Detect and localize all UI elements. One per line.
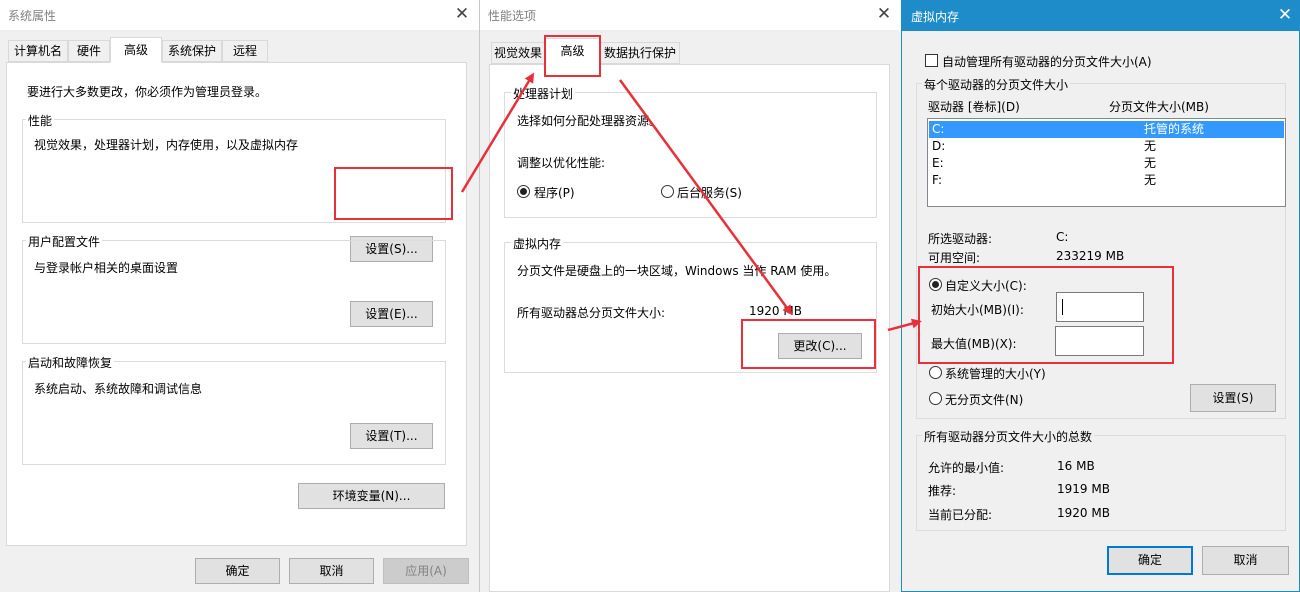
performance-description: 视觉效果，处理器计划，内存使用，以及虚拟内存 bbox=[34, 138, 299, 152]
drive-row-c[interactable]: C: 托管的系统 bbox=[929, 121, 1284, 138]
startup-recovery-settings-button[interactable]: 设置(T)... bbox=[350, 423, 433, 449]
startup-recovery-description: 系统启动、系统故障和调试信息 bbox=[34, 382, 203, 396]
system-managed-label[interactable]: 系统管理的大小(Y) bbox=[945, 365, 1046, 382]
selected-drive-value: C: bbox=[1056, 230, 1069, 244]
processor-scheduling-group: 处理器计划 选择如何分配处理器资源。 调整以优化性能: 程序(P) 后台服务(S… bbox=[504, 85, 877, 218]
system-managed-radio[interactable] bbox=[929, 366, 942, 379]
custom-size-label[interactable]: 自定义大小(C): bbox=[945, 277, 1027, 294]
advanced-tab-panel: 要进行大多数更改，你必须作为管理员登录。 性能 视觉效果，处理器计划，内存使用，… bbox=[6, 62, 467, 546]
set-button[interactable]: 设置(S) bbox=[1190, 384, 1276, 412]
free-space-value: 233219 MB bbox=[1056, 249, 1125, 263]
virtual-memory-group: 虚拟内存 分页文件是硬盘上的一块区域，Windows 当作 RAM 使用。 所有… bbox=[504, 235, 877, 373]
per-drive-group-label: 每个驱动器的分页文件大小 bbox=[922, 76, 1071, 93]
window-title: 系统属性 bbox=[8, 9, 57, 23]
custom-size-radio[interactable] bbox=[929, 278, 942, 291]
free-space-label: 可用空间: bbox=[928, 251, 981, 265]
cancel-button[interactable]: 取消 bbox=[289, 558, 374, 584]
selected-drive-label: 所选驱动器: bbox=[928, 232, 993, 246]
environment-variables-button[interactable]: 环境变量(N)... bbox=[298, 483, 445, 509]
close-icon[interactable]: ✕ bbox=[450, 2, 474, 26]
drive-row-e[interactable]: E: 无 bbox=[929, 155, 1284, 172]
admin-note: 要进行大多数更改，你必须作为管理员登录。 bbox=[27, 85, 268, 99]
maximum-size-input[interactable] bbox=[1055, 326, 1144, 356]
user-profiles-group: 用户配置文件 与登录帐户相关的桌面设置 设置(E)... bbox=[22, 233, 446, 344]
currently-allocated-value: 1920 MB bbox=[1057, 506, 1110, 520]
recommended-value: 1919 MB bbox=[1057, 482, 1110, 496]
min-allowed-value: 16 MB bbox=[1057, 459, 1095, 473]
cancel-button[interactable]: 取消 bbox=[1202, 546, 1289, 575]
drive-column-header: 驱动器 [卷标](D) bbox=[928, 100, 1020, 114]
tab-system-protection[interactable]: 系统保护 bbox=[162, 40, 222, 62]
apply-button[interactable]: 应用(A) bbox=[383, 558, 469, 584]
initial-size-label: 初始大小(MB)(I): bbox=[931, 303, 1024, 317]
totals-group: 所有驱动器分页文件大小的总数 允许的最小值: 16 MB 推荐: 1919 MB… bbox=[916, 428, 1286, 531]
ok-button[interactable]: 确定 bbox=[195, 558, 280, 584]
text-caret bbox=[1062, 299, 1063, 315]
totals-group-label: 所有驱动器分页文件大小的总数 bbox=[922, 428, 1095, 445]
maximum-size-label: 最大值(MB)(X): bbox=[931, 337, 1017, 351]
currently-allocated-label: 当前已分配: bbox=[928, 508, 993, 522]
title-bar: 性能选项 ✕ bbox=[480, 0, 901, 30]
drive-row-d[interactable]: D: 无 bbox=[929, 138, 1284, 155]
no-paging-file-radio[interactable] bbox=[929, 392, 942, 405]
processor-scheduling-description: 选择如何分配处理器资源。 bbox=[517, 114, 662, 128]
user-profiles-group-label: 用户配置文件 bbox=[26, 233, 103, 250]
advanced-tab-panel: 处理器计划 选择如何分配处理器资源。 调整以优化性能: 程序(P) 后台服务(S… bbox=[489, 64, 890, 592]
startup-recovery-group: 启动和故障恢复 系统启动、系统故障和调试信息 设置(T)... bbox=[22, 354, 446, 465]
startup-recovery-group-label: 启动和故障恢复 bbox=[26, 354, 115, 371]
performance-group: 性能 视觉效果，处理器计划，内存使用，以及虚拟内存 设置(S)... bbox=[22, 112, 446, 262]
title-bar: 系统属性 ✕ bbox=[0, 0, 480, 30]
optimize-label: 调整以优化性能: bbox=[517, 156, 606, 170]
drive-row-f[interactable]: F: 无 bbox=[929, 172, 1284, 189]
title-bar: 虚拟内存 ✕ bbox=[902, 1, 1299, 31]
tab-computer-name[interactable]: 计算机名 bbox=[8, 40, 68, 62]
total-paging-file-value: 1920 MB bbox=[749, 304, 802, 318]
tab-visual-effects[interactable]: 视觉效果 bbox=[491, 42, 545, 64]
min-allowed-label: 允许的最小值: bbox=[928, 461, 1005, 475]
ok-button[interactable]: 确定 bbox=[1107, 546, 1193, 575]
programs-radio[interactable] bbox=[517, 185, 530, 198]
virtual-memory-window: 虚拟内存 ✕ 自动管理所有驱动器的分页文件大小(A) 每个驱动器的分页文件大小 … bbox=[901, 0, 1300, 592]
auto-manage-label[interactable]: 自动管理所有驱动器的分页文件大小(A) bbox=[942, 53, 1152, 70]
tab-advanced[interactable]: 高级 bbox=[110, 37, 162, 63]
background-services-radio-label[interactable]: 后台服务(S) bbox=[677, 184, 742, 201]
virtual-memory-label: 虚拟内存 bbox=[511, 235, 564, 252]
recommended-label: 推荐: bbox=[928, 484, 957, 498]
no-paging-file-label[interactable]: 无分页文件(N) bbox=[945, 391, 1023, 408]
processor-scheduling-label: 处理器计划 bbox=[511, 85, 576, 102]
virtual-memory-description: 分页文件是硬盘上的一块区域，Windows 当作 RAM 使用。 bbox=[517, 264, 837, 278]
change-button[interactable]: 更改(C)... bbox=[778, 333, 862, 359]
tab-remote[interactable]: 远程 bbox=[222, 40, 268, 62]
user-profiles-settings-button[interactable]: 设置(E)... bbox=[350, 301, 433, 327]
close-icon[interactable]: ✕ bbox=[1273, 3, 1297, 27]
performance-options-window: 性能选项 ✕ 视觉效果 高级 数据执行保护 处理器计划 选择如何分配处理器资源。… bbox=[479, 0, 901, 592]
size-column-header: 分页文件大小(MB) bbox=[1109, 100, 1209, 114]
performance-group-label: 性能 bbox=[26, 112, 55, 129]
tab-advanced[interactable]: 高级 bbox=[545, 38, 600, 65]
user-profiles-description: 与登录帐户相关的桌面设置 bbox=[34, 261, 179, 275]
programs-radio-label[interactable]: 程序(P) bbox=[534, 184, 575, 201]
close-icon[interactable]: ✕ bbox=[872, 2, 896, 26]
window-title: 性能选项 bbox=[488, 9, 537, 23]
initial-size-input[interactable] bbox=[1056, 292, 1144, 322]
drive-list[interactable]: C: 托管的系统 D: 无 E: 无 F: 无 bbox=[927, 118, 1286, 207]
window-title: 虚拟内存 bbox=[911, 10, 960, 24]
tab-data-execution-prevention[interactable]: 数据执行保护 bbox=[600, 42, 680, 64]
system-properties-window: 系统属性 ✕ 计算机名 硬件 高级 系统保护 远程 要进行大多数更改，你必须作为… bbox=[0, 0, 480, 592]
background-services-radio[interactable] bbox=[661, 185, 674, 198]
tab-hardware[interactable]: 硬件 bbox=[68, 40, 110, 62]
auto-manage-checkbox[interactable] bbox=[925, 54, 938, 67]
per-drive-group: 每个驱动器的分页文件大小 驱动器 [卷标](D) 分页文件大小(MB) C: 托… bbox=[916, 76, 1286, 419]
total-paging-file-label: 所有驱动器总分页文件大小: bbox=[517, 306, 666, 320]
